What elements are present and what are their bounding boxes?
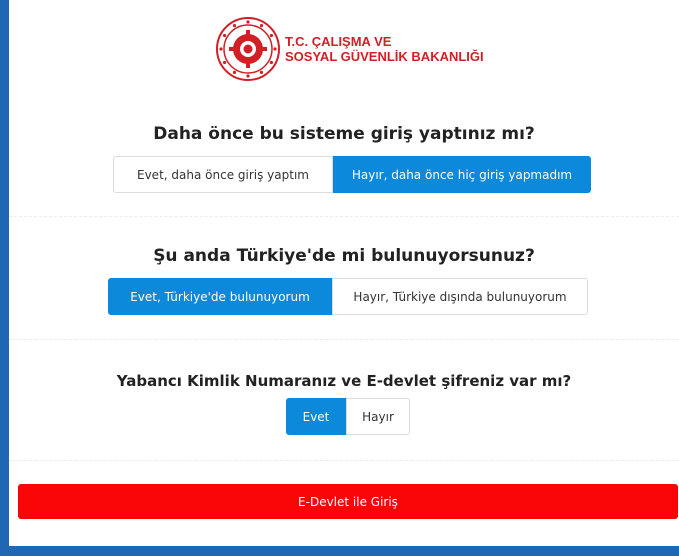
ministry-name-line2: SOSYAL GÜVENLİK BAKANLIĞI bbox=[285, 49, 484, 64]
ministry-name: T.C. ÇALIŞMA VE SOSYAL GÜVENLİK BAKANLIĞ… bbox=[285, 34, 484, 64]
option-yes-in-turkey[interactable]: Evet, Türkiye'de bulunuyorum bbox=[108, 278, 332, 315]
in-turkey-toggle: Evet, Türkiye'de bulunuyorum Hayır, Türk… bbox=[108, 278, 588, 315]
edevlet-login-button[interactable]: E-Devlet ile Giriş bbox=[18, 484, 678, 519]
question-foreign-id-edevlet: Yabancı Kimlik Numaranız ve E-devlet şif… bbox=[116, 372, 572, 390]
ministry-emblem-icon bbox=[216, 17, 280, 81]
ministry-logo: T.C. ÇALIŞMA VE SOSYAL GÜVENLİK BAKANLIĞ… bbox=[215, 14, 515, 84]
option-no-outside-turkey[interactable]: Hayır, Türkiye dışında bulunuyorum bbox=[332, 278, 588, 315]
option-yes-have-credentials[interactable]: Evet bbox=[286, 398, 346, 435]
ministry-name-line1: T.C. ÇALIŞMA VE bbox=[285, 34, 392, 49]
question-in-turkey: Şu anda Türkiye'de mi bulunuyorsunuz? bbox=[153, 246, 535, 266]
page-frame: T.C. ÇALIŞMA VE SOSYAL GÜVENLİK BAKANLIĞ… bbox=[9, 0, 679, 546]
option-no-never-logged-in[interactable]: Hayır, daha önce hiç giriş yapmadım bbox=[333, 156, 591, 193]
divider bbox=[9, 460, 679, 461]
previous-login-toggle: Evet, daha önce giriş yaptım Hayır, daha… bbox=[113, 156, 591, 193]
divider bbox=[9, 216, 679, 217]
foreign-id-toggle: Evet Hayır bbox=[286, 398, 410, 435]
divider bbox=[9, 339, 679, 340]
option-yes-logged-in-before[interactable]: Evet, daha önce giriş yaptım bbox=[113, 156, 333, 193]
option-no-credentials[interactable]: Hayır bbox=[346, 398, 410, 435]
question-previous-login: Daha önce bu sisteme giriş yaptınız mı? bbox=[153, 124, 535, 144]
